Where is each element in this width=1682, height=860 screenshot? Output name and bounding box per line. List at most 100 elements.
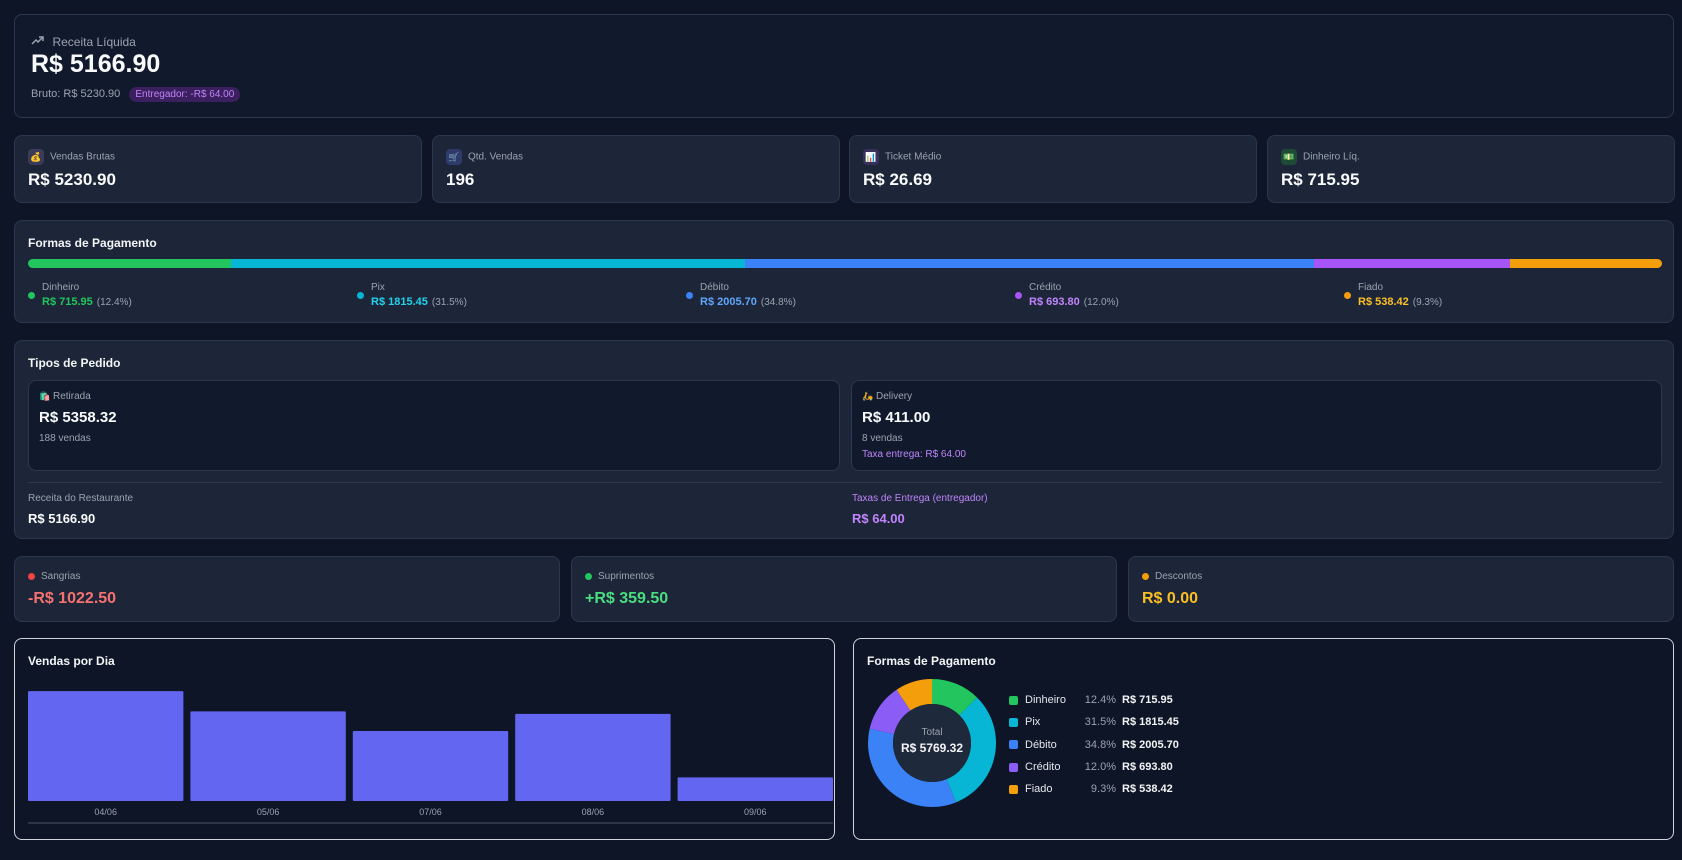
- kpi-card: 📊 Ticket Médio R$ 26.69: [849, 135, 1257, 203]
- kpi-value: R$ 715.95: [1281, 170, 1360, 189]
- delivery-fee: Taxa entrega: R$ 64.00: [862, 449, 966, 460]
- payment-bar-segment: [745, 259, 1314, 268]
- movement-label: Sangrias: [41, 571, 81, 582]
- payment-method-value: R$ 693.80: [1029, 296, 1080, 308]
- legend-swatch: [1009, 695, 1018, 705]
- kpi-label: Ticket Médio: [885, 151, 942, 163]
- payment-methods-card: Formas de Pagamento Dinheiro R$ 715.95 (12…: [14, 220, 1674, 323]
- courier-badge: Entregador: -R$ 64.00: [129, 87, 241, 102]
- restaurant-revenue-value: R$ 5166.90: [28, 511, 96, 526]
- pie-legend-value: R$ 1815.45: [1122, 716, 1179, 729]
- movement-dot: [1142, 572, 1149, 580]
- pie-legend-name: Pix: [1025, 716, 1041, 729]
- net-revenue-label: Receita Líquida: [52, 35, 136, 50]
- kpi-value: R$ 26.69: [863, 170, 932, 189]
- pie-legend-name: Fiado: [1025, 783, 1053, 796]
- pie-legend-pct: 34.8%: [1084, 738, 1116, 751]
- pickup-count: 188 vendas: [39, 433, 91, 444]
- movement-card: Descontos R$ 0.00: [1128, 556, 1674, 622]
- payment-method-pct: (12.4%): [96, 297, 132, 308]
- kpi-value: 196: [446, 170, 475, 189]
- payment-methods-title: Formas de Pagamento: [28, 236, 157, 250]
- x-tick-label: 05/06: [257, 807, 280, 817]
- shopping-bags-icon: 🛍️: [39, 391, 51, 401]
- sales-bar-chart: 04/06 05/06 07/06 08/06 09/06: [28, 691, 833, 824]
- legend-dot: [686, 292, 693, 299]
- pickup-card: 🛍️ Retirada R$ 5358.32 188 vendas: [28, 380, 840, 471]
- order-types-title: Tipos de Pedido: [28, 356, 121, 370]
- pie-legend-item: Fiado 9.3% R$ 538.42: [1009, 778, 1179, 800]
- delivery-fees-label: Taxas de Entrega (entregador): [852, 493, 988, 504]
- pickup-value: R$ 5358.32: [39, 409, 117, 426]
- gross-revenue-text: Bruto: R$ 5230.90: [31, 88, 121, 100]
- sales-bar: [515, 713, 671, 801]
- restaurant-revenue-label: Receita do Restaurante: [28, 493, 134, 504]
- movement-dot: [585, 572, 592, 580]
- pie-legend-pct: 9.3%: [1090, 783, 1116, 796]
- pie-legend-value: R$ 715.95: [1122, 694, 1173, 707]
- movement-label: Suprimentos: [598, 571, 655, 582]
- order-types-divider: [28, 482, 1662, 483]
- movement-value: +R$ 359.50: [585, 590, 669, 607]
- pie-legend-item: Pix 31.5% R$ 1815.45: [1009, 711, 1179, 733]
- legend-swatch: [1009, 784, 1018, 794]
- kpi-value: R$ 5230.90: [28, 170, 116, 189]
- payment-method-name: Pix: [371, 282, 385, 293]
- payment-method-name: Dinheiro: [42, 282, 80, 293]
- movement-value: R$ 0.00: [1142, 590, 1199, 607]
- kpi-label: Qtd. Vendas: [468, 151, 524, 163]
- pie-chart-title: Formas de Pagamento: [867, 654, 996, 668]
- delivery-fees-value: R$ 64.00: [852, 511, 905, 526]
- payment-donut-chart: [868, 679, 996, 807]
- payment-method-pct: (34.8%): [760, 297, 796, 308]
- payment-method-value: R$ 1815.45: [371, 296, 428, 308]
- net-revenue-card: Receita Líquida R$ 5166.90 Bruto: R$ 523…: [14, 14, 1674, 118]
- payment-bar-segment: [1313, 259, 1511, 268]
- x-tick-label: 09/06: [744, 807, 767, 817]
- legend-dot: [357, 292, 364, 299]
- kpi-card: 💵 Dinheiro Líq. R$ 715.95: [1267, 135, 1675, 203]
- pie-legend: Dinheiro 12.4% R$ 715.95 Pix 31.5% R$ 1815.45…: [1009, 689, 1179, 800]
- pie-legend-value: R$ 538.42: [1122, 783, 1173, 796]
- kpi-card: 🛒 Qtd. Vendas 196: [432, 135, 840, 203]
- money-bag-icon: 💰: [28, 149, 44, 165]
- delivery-value: R$ 411.00: [862, 409, 931, 426]
- sales-per-day-card: Vendas por Dia 04/06 05/06 07/06 08/06 09/06: [14, 638, 835, 840]
- donut-hole: [893, 704, 971, 782]
- pie-legend-name: Débito: [1025, 738, 1057, 751]
- payment-bar-segment: [230, 259, 746, 268]
- pie-legend-name: Dinheiro: [1025, 694, 1066, 707]
- delivery-count: 8 vendas: [862, 433, 903, 444]
- legend-dot: [28, 292, 35, 299]
- payment-bar-segment: [1510, 259, 1662, 268]
- payment-legend: Dinheiro R$ 715.95 (12.4%) Pix R$ 1815.45 (31…: [28, 282, 1662, 312]
- pie-legend-pct: 12.0%: [1084, 761, 1116, 774]
- sales-bar: [190, 711, 346, 801]
- sales-bar: [28, 691, 184, 801]
- pie-legend-pct: 31.5%: [1084, 716, 1116, 729]
- net-revenue-value: R$ 5166.90: [31, 50, 161, 78]
- movement-card: Sangrias -R$ 1022.50: [14, 556, 560, 622]
- payment-pie-card: Formas de Pagamento Total R$ 5769.32 Din…: [853, 638, 1674, 840]
- payment-bar-segment: [28, 259, 231, 268]
- payment-method-pct: (31.5%): [431, 297, 467, 308]
- movement-card: Suprimentos +R$ 359.50: [571, 556, 1117, 622]
- x-tick-label: 08/06: [582, 807, 605, 817]
- delivery-card: 🛵 Delivery R$ 411.00 8 vendas Taxa entre…: [851, 380, 1662, 471]
- pie-legend-item: Dinheiro 12.4% R$ 715.95: [1009, 689, 1179, 711]
- order-types-card: Tipos de Pedido 🛍️ Retirada R$ 5358.32 1…: [14, 340, 1674, 539]
- cart-icon: 🛒: [446, 149, 462, 165]
- payment-stacked-bar: [28, 259, 1662, 268]
- pie-legend-value: R$ 693.80: [1122, 761, 1173, 774]
- payment-method-value: R$ 715.95: [42, 296, 93, 308]
- pie-legend-item: Crédito 12.0% R$ 693.80: [1009, 756, 1179, 778]
- pie-legend-value: R$ 2005.70: [1122, 738, 1179, 751]
- payment-method-value: R$ 538.42: [1358, 296, 1409, 308]
- payment-method-name: Débito: [700, 282, 729, 293]
- delivery-label: Delivery: [876, 391, 913, 402]
- pie-legend-name: Crédito: [1025, 761, 1061, 774]
- legend-dot: [1344, 292, 1351, 299]
- scooter-icon: 🛵: [862, 391, 874, 401]
- sales-bar: [677, 777, 833, 801]
- payment-method-pct: (9.3%): [1412, 297, 1443, 308]
